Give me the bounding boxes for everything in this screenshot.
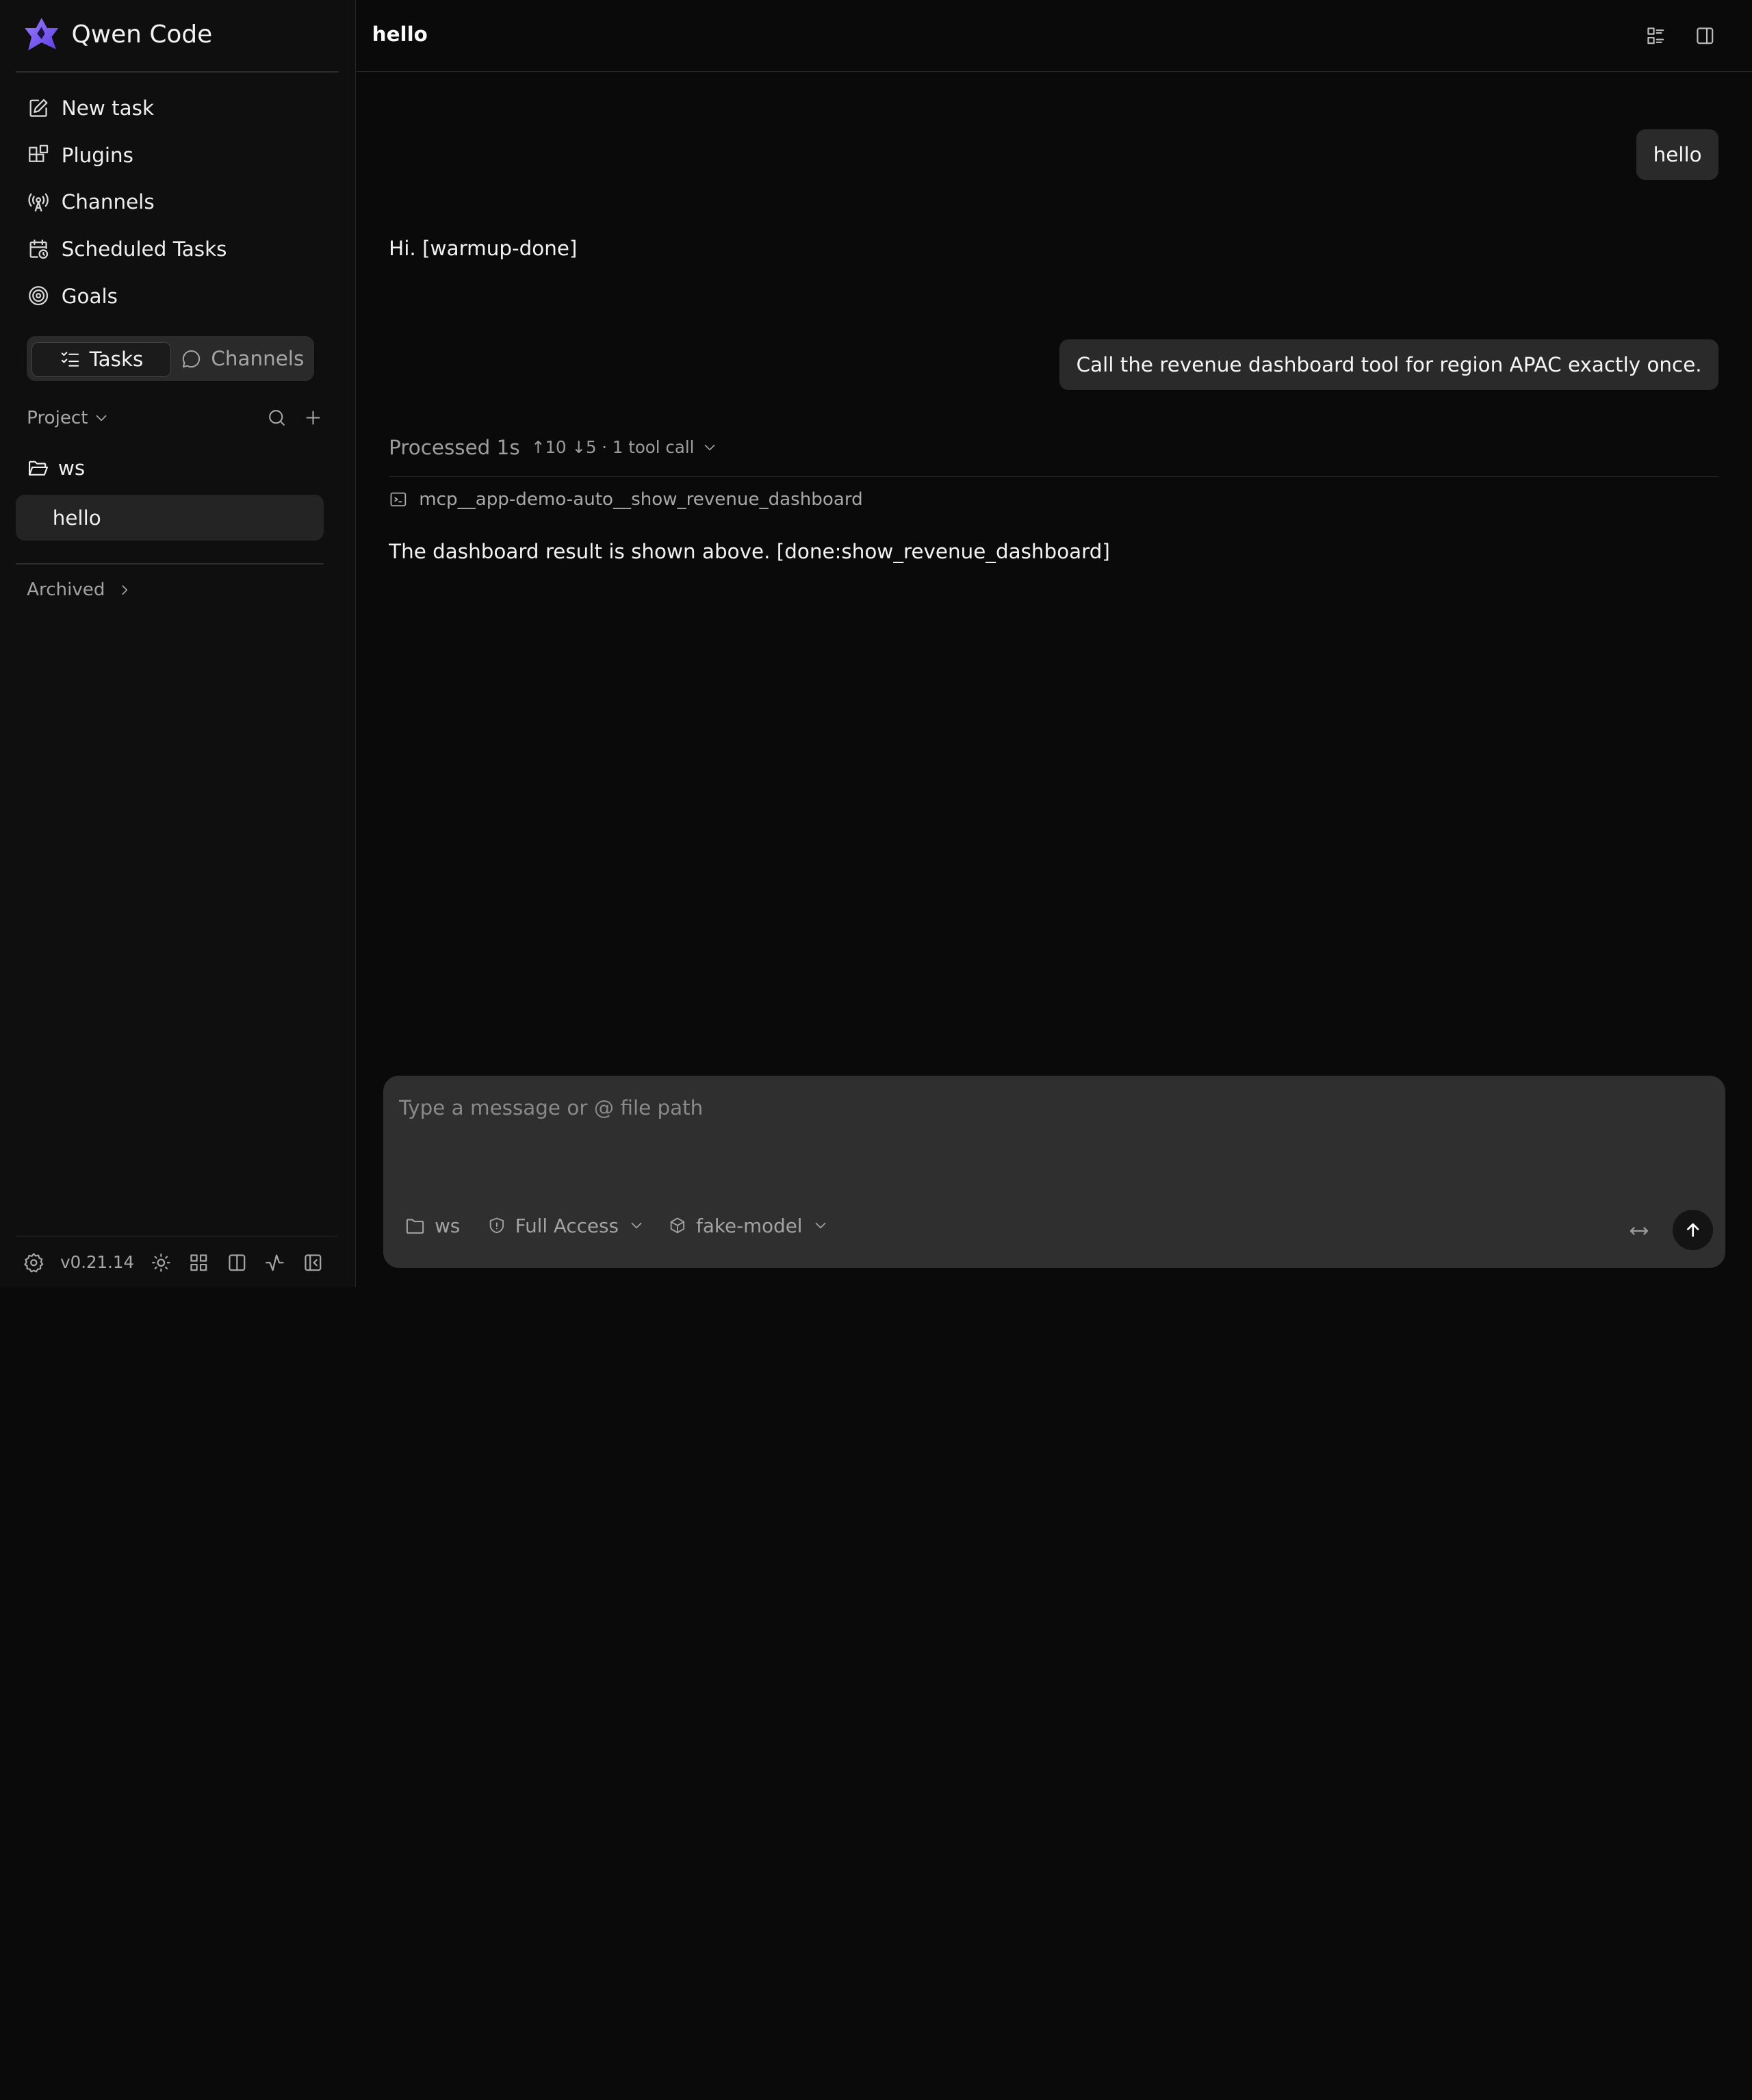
puzzle-icon [27,144,50,167]
nav-label: Goals [61,284,118,308]
page-title: hello [372,22,428,46]
tab-tasks-label: Tasks [89,348,144,372]
activity-icon[interactable] [263,1252,286,1274]
calendar-clock-icon [27,237,50,261]
user-message: Call the revenue dashboard tool for regi… [1059,339,1719,390]
project-header: Project [27,402,324,434]
divider [15,1235,339,1237]
qwen-logo-icon [23,16,61,54]
chat-bubble-icon [181,348,202,370]
project-label: Project [27,407,88,428]
sidebar: Qwen Code New task Plugins Channels Sche… [0,0,357,1287]
processed-label: Processed 1s [389,435,520,459]
model-label: fake-model [696,1214,803,1237]
access-selector[interactable]: Full Access [487,1215,645,1237]
archived-label: Archived [27,580,105,601]
divider [389,476,1719,478]
search-icon[interactable] [266,407,287,428]
tab-channels-label: Channels [211,347,305,371]
chevron-down-icon [701,439,719,456]
gear-icon[interactable] [23,1252,45,1274]
processed-meta: ↑10 ↓5 · 1 tool call [530,437,695,458]
terminal-icon [389,490,408,509]
nav-label: Plugins [61,143,133,167]
composer [383,1076,1725,1269]
project-dropdown[interactable]: Project [27,408,110,428]
archived-toggle[interactable]: Archived [27,575,133,604]
cube-icon [668,1216,687,1235]
expand-horizontal-icon[interactable] [1627,1219,1651,1243]
thread-item[interactable]: hello [15,495,324,541]
shield-icon [487,1216,506,1235]
list-view-icon[interactable] [1645,25,1667,47]
access-label: Full Access [515,1214,619,1237]
thread-label: hello [52,506,101,530]
nav-scheduled-tasks[interactable]: Scheduled Tasks [16,226,324,273]
target-icon [27,284,50,307]
workspace-selector[interactable]: ws [404,1215,460,1237]
split-view-icon[interactable] [226,1252,248,1274]
brand[interactable]: Qwen Code [23,16,213,54]
sun-icon[interactable] [150,1252,172,1274]
sidebar-nav: New task Plugins Channels Scheduled Task… [16,85,324,320]
arrow-up-icon [1683,1220,1703,1240]
broadcast-icon [27,190,50,213]
folder-open-icon [27,457,49,480]
nav-label: Channels [61,190,155,214]
user-message: hello [1636,129,1719,180]
folder-name: ws [57,456,86,480]
collapse-sidebar-icon[interactable] [302,1252,324,1274]
assistant-message: Hi. [warmup-done] [389,237,578,261]
workspace-label: ws [435,1214,461,1237]
assistant-message: The dashboard result is shown above. [do… [389,539,1110,563]
topbar: hello [356,0,1752,73]
tab-channels[interactable]: Channels [177,342,309,376]
nav-label: New task [61,96,154,120]
processed-summary-toggle[interactable]: Processed 1s ↑10 ↓5 · 1 tool call [389,436,719,459]
message-input[interactable] [398,1096,1695,1174]
send-button[interactable] [1673,1210,1713,1250]
nav-channels[interactable]: Channels [16,179,324,226]
topbar-actions [1645,25,1716,47]
nav-plugins[interactable]: Plugins [16,132,324,179]
divider [15,562,324,565]
edit-icon [27,96,50,120]
sidebar-segmented-control: Tasks Channels [27,336,314,381]
list-check-icon [60,349,81,370]
tool-call-item[interactable]: mcp__app-demo-auto__show_revenue_dashboa… [389,489,863,510]
chevron-down-icon [92,409,110,427]
tool-name: mcp__app-demo-auto__show_revenue_dashboa… [419,489,863,510]
panel-right-icon[interactable] [1694,25,1716,47]
version-label: v0.21.14 [60,1252,135,1273]
chevron-right-icon [116,582,133,598]
nav-new-task[interactable]: New task [16,85,324,132]
nav-label: Scheduled Tasks [61,237,227,261]
brand-name: Qwen Code [71,21,213,49]
folder-icon [404,1215,426,1236]
sidebar-footer: v0.21.14 [23,1249,324,1275]
project-folder[interactable]: ws [27,452,85,485]
model-selector[interactable]: fake-model [668,1215,829,1237]
app-window: Qwen Code New task Plugins Channels Sche… [0,0,1752,1287]
divider [15,71,339,73]
chevron-down-icon [628,1217,645,1234]
nav-goals[interactable]: Goals [16,272,324,320]
tab-tasks[interactable]: Tasks [31,341,172,377]
add-icon[interactable] [302,407,324,428]
main-panel: hello hello Hi. [warmup-done] Call the r… [356,0,1752,1287]
chevron-down-icon [812,1217,829,1234]
grid-icon[interactable] [188,1252,210,1274]
